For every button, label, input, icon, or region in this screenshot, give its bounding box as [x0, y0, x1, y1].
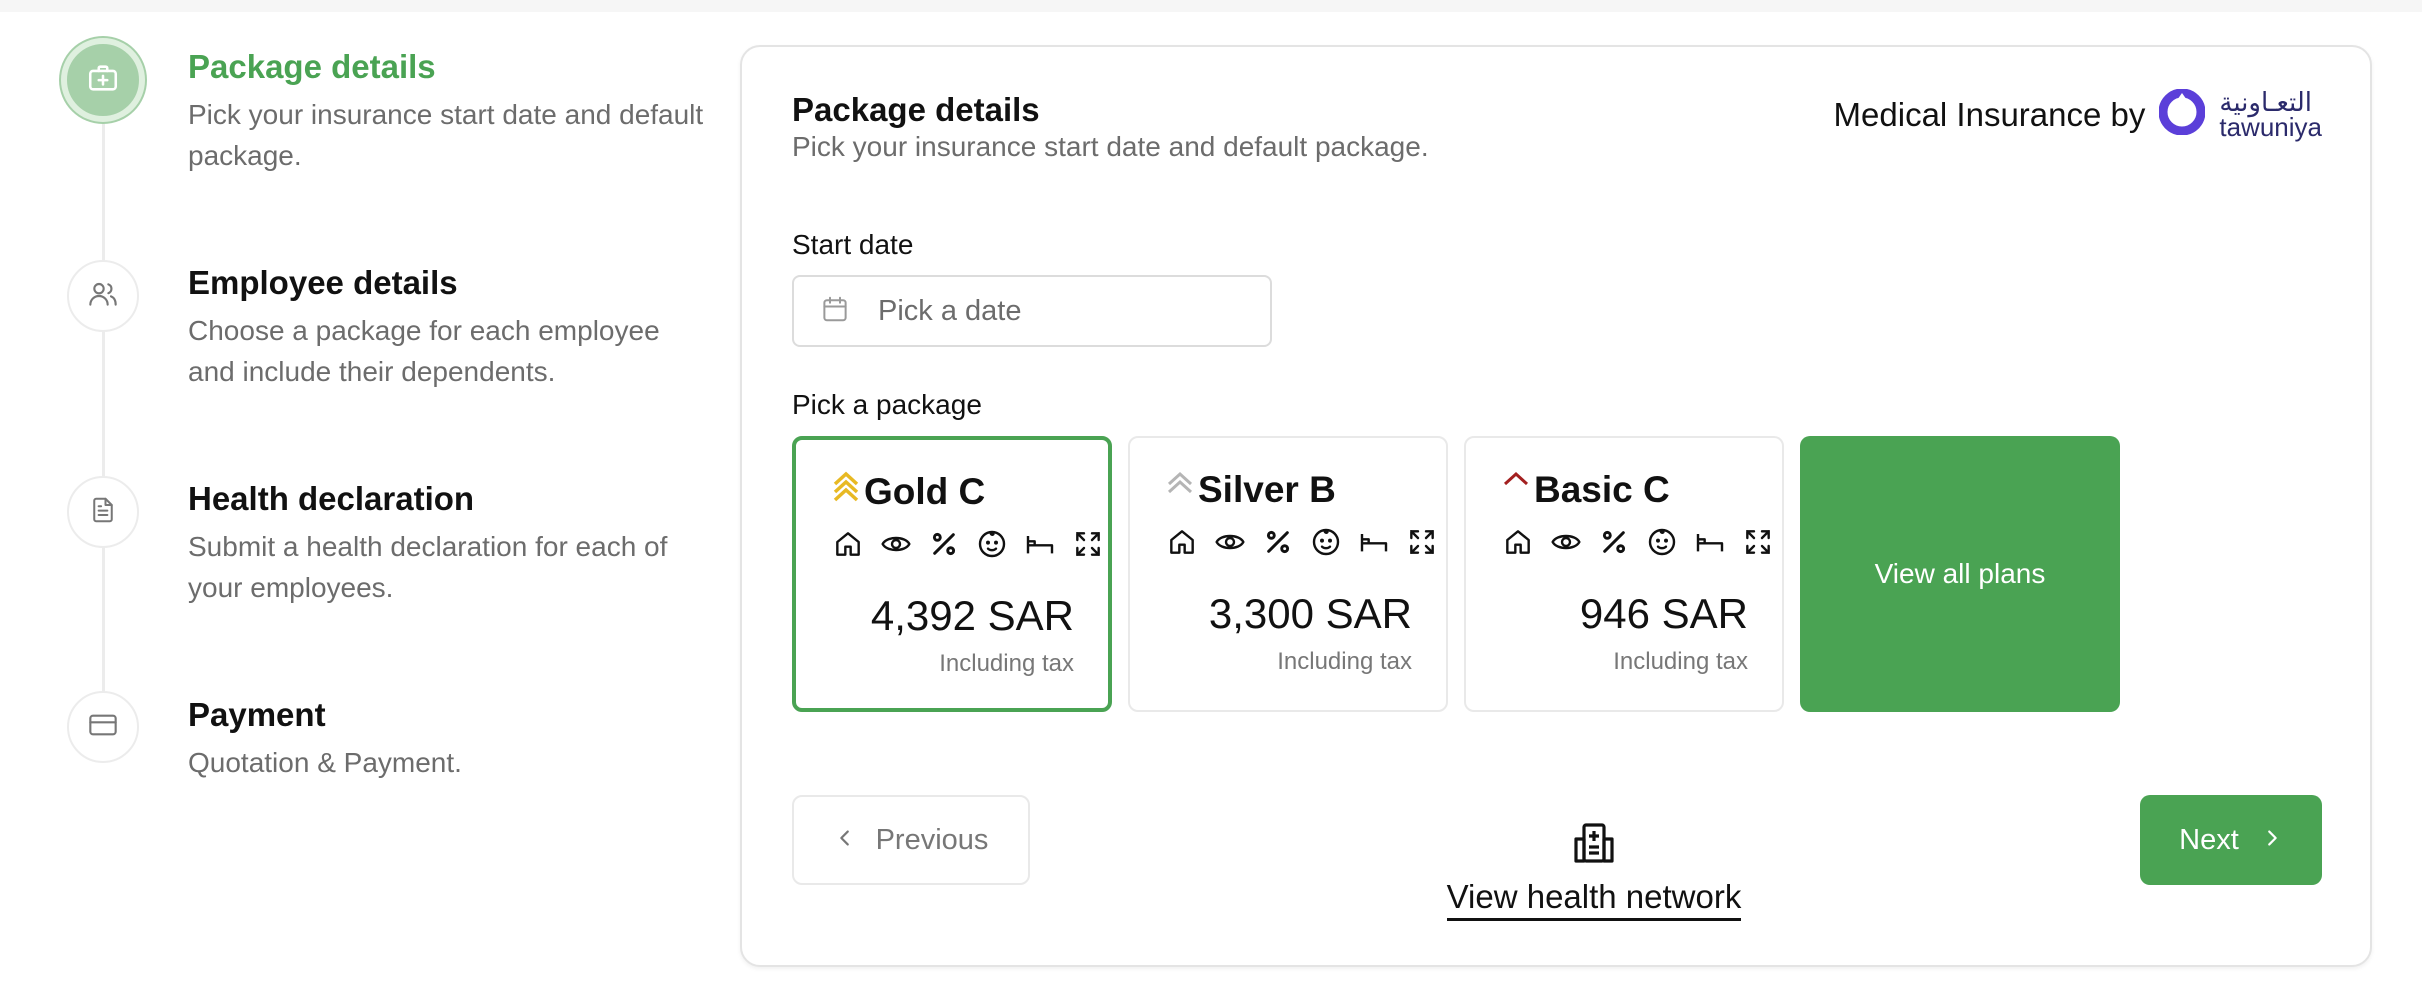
home-icon	[832, 528, 864, 565]
start-date-input[interactable]	[878, 294, 1238, 328]
step-3-title: Health declaration	[188, 480, 475, 517]
package-name-text: Basic C	[1534, 468, 1670, 510]
start-date-label: Start date	[792, 229, 914, 260]
package-features	[1166, 526, 1438, 563]
percent-icon	[1262, 526, 1294, 563]
medical-bag-icon	[86, 61, 120, 100]
package-name-text: Silver B	[1198, 468, 1336, 510]
baby-icon	[1646, 526, 1678, 563]
silver-chevrons-icon	[1166, 468, 1194, 511]
home-icon	[1502, 526, 1534, 563]
step-4[interactable]: Payment Quotation & Payment.	[188, 694, 708, 783]
bed-icon	[1694, 526, 1726, 563]
expand-icon	[1406, 526, 1438, 563]
package-tax-note: Including tax	[1277, 648, 1412, 675]
view-health-network-link[interactable]: View health network	[1434, 819, 1754, 921]
previous-button[interactable]: Previous	[792, 795, 1030, 885]
step-2-indicator[interactable]	[67, 260, 139, 332]
brand-logo-english: tawuniya	[2219, 111, 2322, 142]
pick-package-label: Pick a package	[792, 389, 982, 420]
percent-icon	[1598, 526, 1630, 563]
credit-card-icon	[87, 709, 119, 746]
percent-icon	[928, 528, 960, 565]
step-1-description: Pick your insurance start date and defau…	[188, 99, 704, 171]
calendar-icon	[820, 294, 850, 329]
eye-icon	[1214, 526, 1246, 563]
bed-icon	[1358, 526, 1390, 563]
package-card-gold-c[interactable]: Gold C 4,392 SAR Including tax	[792, 436, 1112, 712]
step-4-title: Payment	[188, 696, 326, 733]
chevron-left-icon	[834, 824, 856, 857]
package-price: 3,300 SAR	[1208, 590, 1412, 637]
package-name: Gold C	[832, 470, 985, 513]
step-1-indicator[interactable]	[61, 38, 145, 122]
stepper: Package details Pick your insurance star…	[0, 0, 720, 1000]
step-4-description: Quotation & Payment.	[188, 747, 462, 778]
package-name: Basic C	[1502, 468, 1670, 511]
package-details-card: Package details Pick your insurance star…	[740, 45, 2372, 967]
step-1[interactable]: Package details Pick your insurance star…	[188, 46, 708, 176]
gold-chevrons-icon	[832, 470, 860, 513]
next-button[interactable]: Next	[2140, 795, 2322, 885]
package-tax-note: Including tax	[939, 650, 1074, 677]
step-1-title: Package details	[188, 48, 436, 85]
step-3-description: Submit a health declaration for each of …	[188, 531, 668, 603]
expand-icon	[1072, 528, 1104, 565]
expand-icon	[1742, 526, 1774, 563]
next-button-label: Next	[2179, 823, 2239, 856]
package-tax-note: Including tax	[1613, 648, 1748, 675]
package-card-silver-b[interactable]: Silver B 3,300 SAR Including tax	[1128, 436, 1448, 712]
home-icon	[1166, 526, 1198, 563]
previous-button-label: Previous	[875, 823, 989, 856]
package-price: 4,392 SAR	[870, 592, 1074, 639]
view-health-network-label: View health network	[1446, 878, 1742, 921]
step-2-description: Choose a package for each employee and i…	[188, 315, 660, 387]
chevron-right-icon	[2261, 824, 2283, 857]
stepper-line	[102, 120, 105, 740]
package-features	[832, 528, 1104, 565]
baby-icon	[1310, 526, 1342, 563]
step-2[interactable]: Employee details Choose a package for ea…	[188, 262, 708, 392]
card-subtitle: Pick your insurance start date and defau…	[792, 131, 1429, 162]
document-icon	[88, 495, 118, 530]
package-card-basic-c[interactable]: Basic C 946 SAR Including tax	[1464, 436, 1784, 712]
package-name-text: Gold C	[864, 470, 986, 512]
baby-icon	[976, 528, 1008, 565]
brand: Medical Insurance by التعـاونية tawuniya	[1833, 87, 2322, 142]
users-icon	[87, 278, 119, 315]
bed-icon	[1024, 528, 1056, 565]
brand-logo-arabic: التعـاونية	[2219, 87, 2313, 118]
step-3-indicator[interactable]	[67, 476, 139, 548]
step-2-title: Employee details	[188, 264, 458, 301]
tawuniya-logo-icon	[2158, 88, 2206, 140]
eye-icon	[880, 528, 912, 565]
view-all-plans-button[interactable]: View all plans	[1800, 436, 2120, 712]
start-date-field[interactable]	[792, 275, 1272, 347]
brand-label: Medical Insurance by	[1833, 95, 2146, 133]
brand-logo-text: التعـاونية tawuniya	[2219, 87, 2322, 142]
eye-icon	[1550, 526, 1582, 563]
step-3[interactable]: Health declaration Submit a health decla…	[188, 478, 708, 608]
step-4-indicator[interactable]	[67, 691, 139, 763]
package-name: Silver B	[1166, 468, 1336, 511]
hospital-icon	[1570, 819, 1618, 872]
card-title: Package details	[792, 91, 1040, 128]
package-price: 946 SAR	[1579, 590, 1748, 637]
basic-chevron-icon	[1502, 468, 1530, 511]
package-features	[1502, 526, 1774, 563]
